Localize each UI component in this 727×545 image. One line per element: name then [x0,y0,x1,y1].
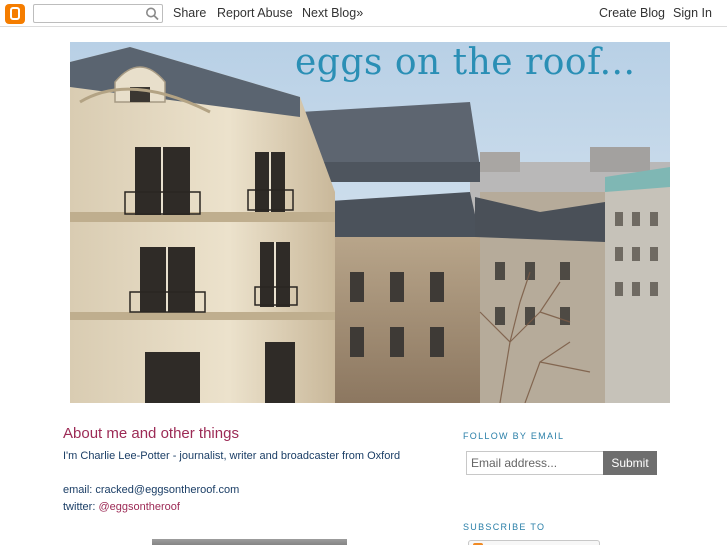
about-section-title: About me and other things [63,425,239,442]
profile-photo [152,539,347,545]
search-icon[interactable] [144,6,161,21]
share-link[interactable]: Share [173,6,206,20]
header-photo[interactable] [70,42,670,403]
submit-button[interactable]: Submit [603,451,657,475]
report-abuse-link[interactable]: Report Abuse [217,6,293,20]
about-twitter-line: twitter: @eggsontheroof [63,501,180,513]
blogger-logo-icon[interactable] [5,4,25,24]
follow-by-email-heading: Follow by Email [463,431,565,441]
next-blog-link[interactable]: Next Blog» [302,6,363,20]
about-email-text: email: cracked@eggsontheroof.com [63,484,240,496]
blog-title[interactable]: eggs on the roof... [295,42,635,83]
twitter-label: twitter: [63,501,99,513]
sign-in-link[interactable]: Sign In [673,6,712,20]
blogger-navbar: Share Report Abuse Next Blog» Create Blo… [0,0,727,27]
blog-search-input[interactable] [33,4,163,23]
twitter-handle-link[interactable]: @eggsontheroof [98,501,180,513]
about-bio-text: I'm Charlie Lee-Potter - journalist, wri… [63,450,401,462]
create-blog-link[interactable]: Create Blog [599,6,665,20]
subscribe-to-heading: Subscribe to [463,522,546,532]
email-address-field[interactable] [466,451,604,475]
subscribe-posts-dropdown[interactable] [468,540,600,545]
